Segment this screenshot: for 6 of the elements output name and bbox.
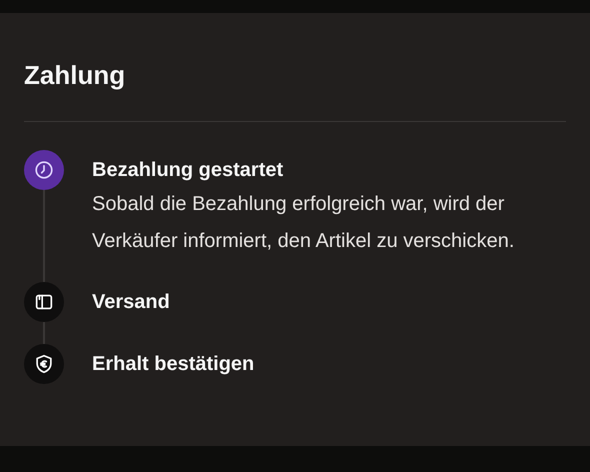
clock-icon	[33, 159, 55, 181]
step-title: Erhalt bestätigen	[92, 352, 256, 377]
step-description: Sobald die Bezahlung erfolgreich war, wird der Verkäufer informiert, den Artikel zu verschicken.	[92, 192, 516, 254]
step-title: Bezahlung gestartet	[92, 158, 284, 183]
panel-title: Zahlung	[24, 59, 126, 92]
step-title: Versand	[92, 290, 171, 315]
